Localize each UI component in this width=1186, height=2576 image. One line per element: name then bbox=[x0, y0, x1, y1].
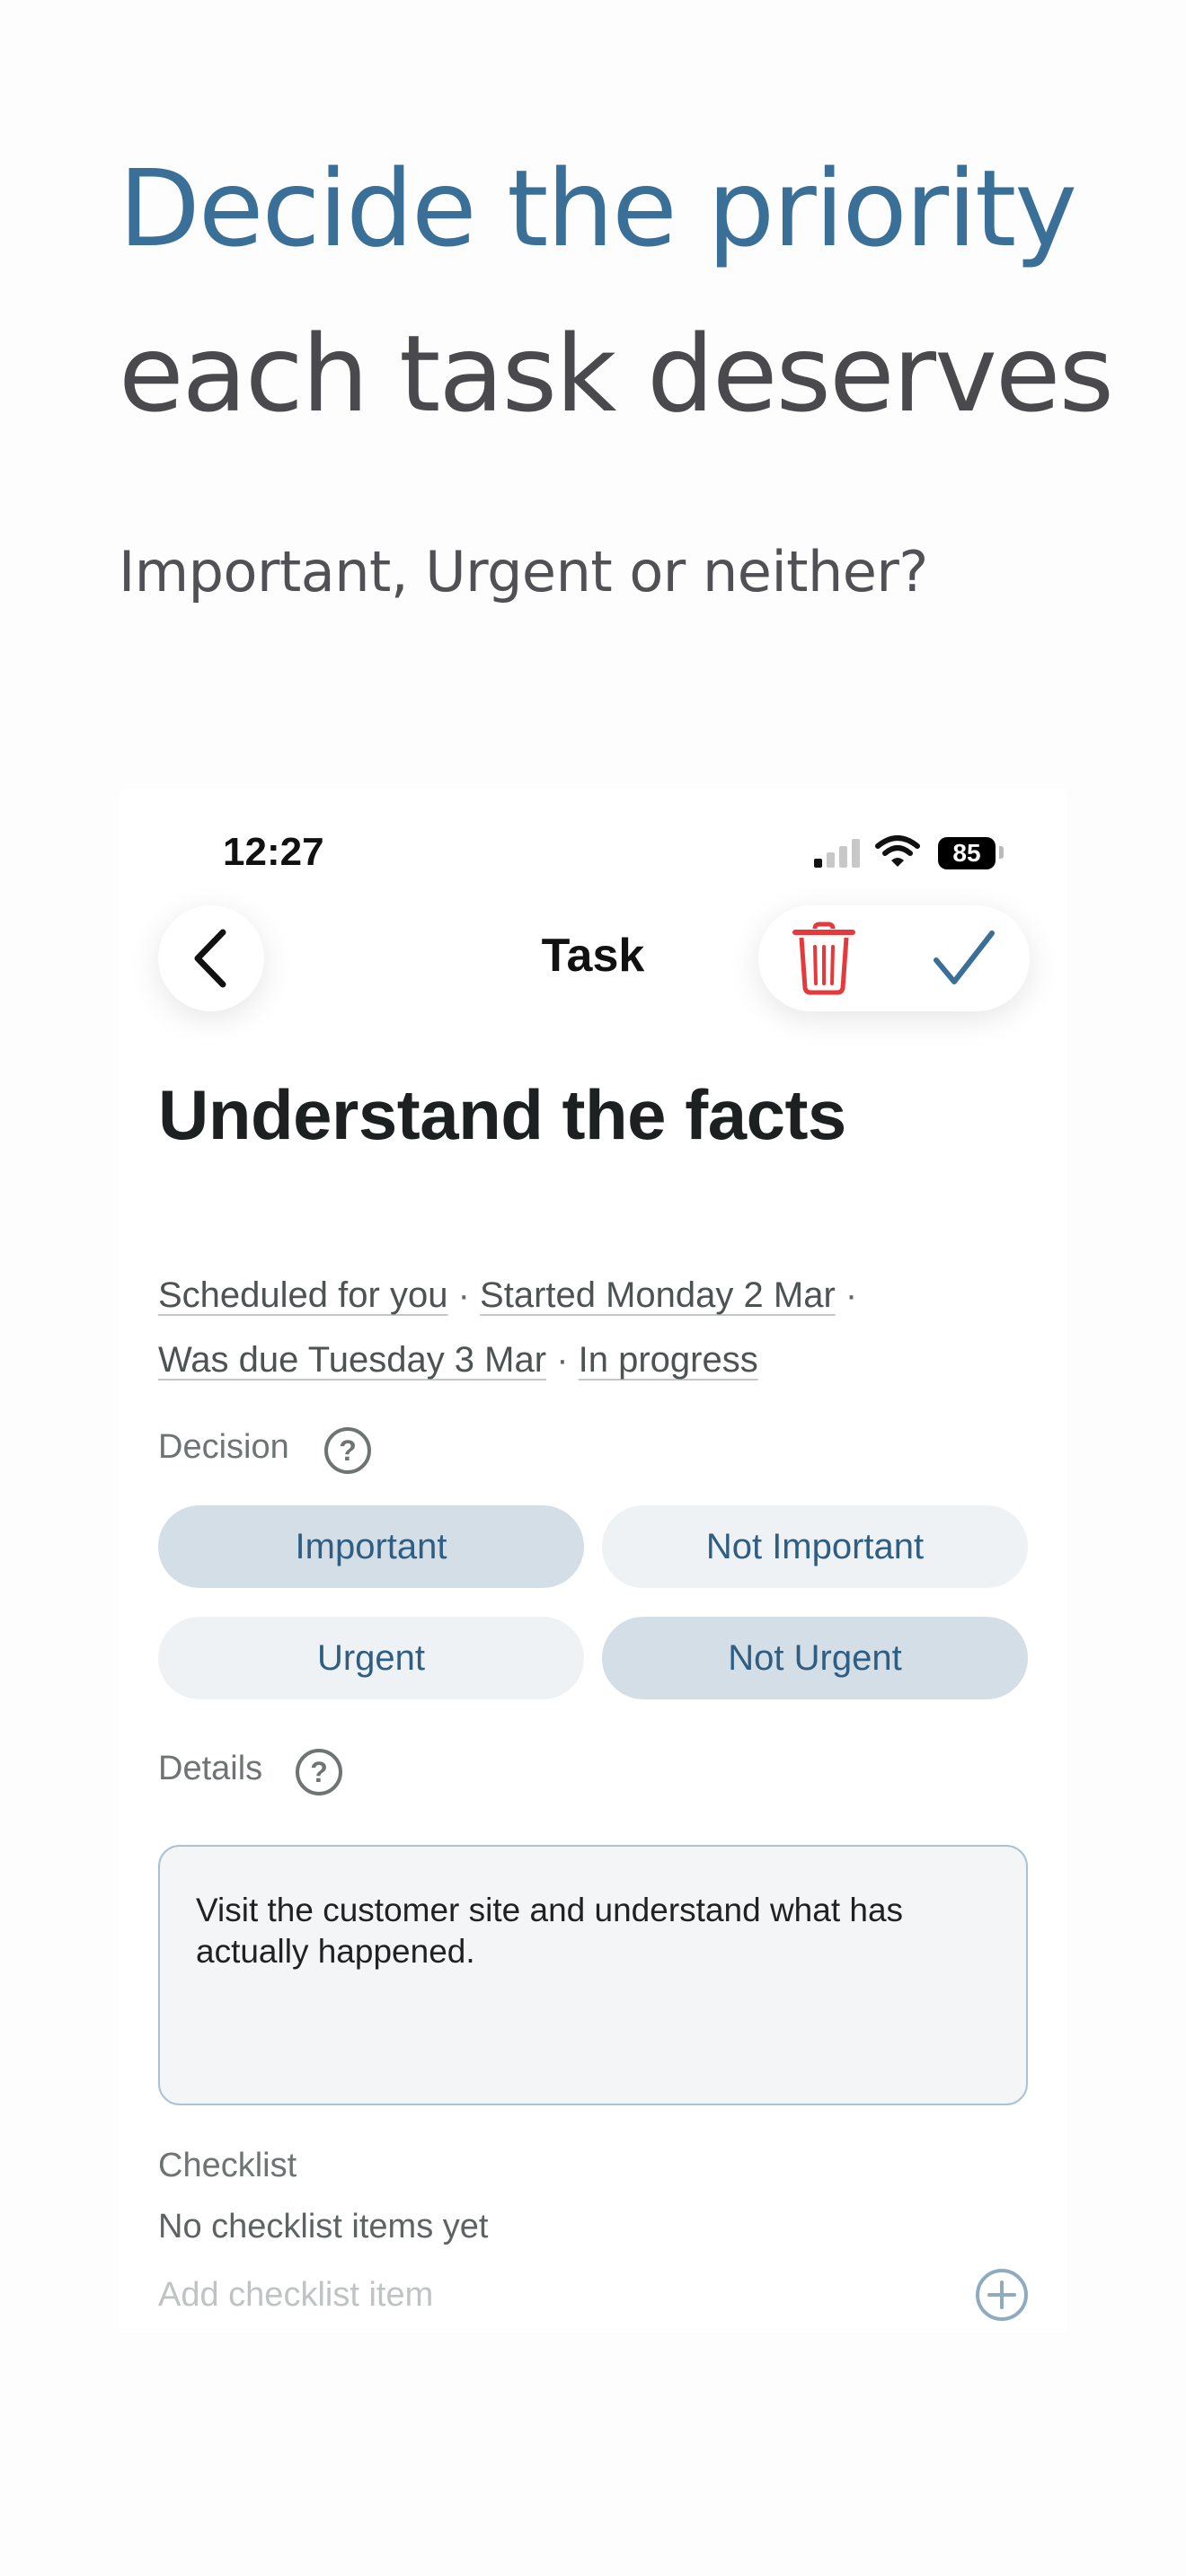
hero-subtitle: Important, Urgent or neither? bbox=[119, 539, 928, 604]
hero-title-line-1: Decide the priority bbox=[119, 146, 1077, 270]
due-date-link[interactable]: Was due Tuesday 3 Mar bbox=[158, 1340, 546, 1380]
details-textarea[interactable]: Visit the customer site and understand w… bbox=[158, 1845, 1028, 2105]
important-toggle[interactable]: Important bbox=[158, 1505, 584, 1588]
cellular-signal-icon bbox=[814, 839, 860, 868]
nav-actions bbox=[758, 905, 1030, 1011]
started-date-link[interactable]: Started Monday 2 Mar bbox=[480, 1275, 836, 1315]
meta-separator: · bbox=[457, 1275, 470, 1315]
not-important-toggle[interactable]: Not Important bbox=[602, 1505, 1028, 1588]
save-button[interactable] bbox=[924, 918, 1005, 999]
svg-text:?: ? bbox=[310, 1756, 328, 1788]
battery-cap bbox=[999, 846, 1004, 859]
wifi-icon bbox=[875, 835, 920, 867]
checklist-empty-message: No checklist items yet bbox=[158, 2208, 489, 2245]
battery-indicator: 85 bbox=[938, 837, 996, 869]
add-checklist-item-input[interactable]: Add checklist item bbox=[158, 2276, 433, 2315]
scheduled-link[interactable]: Scheduled for you bbox=[158, 1275, 447, 1315]
hero-title-line-2: each task deserves bbox=[119, 312, 1114, 436]
urgent-toggle[interactable]: Urgent bbox=[158, 1617, 584, 1699]
add-checklist-item-icon[interactable] bbox=[974, 2267, 1030, 2323]
status-bar: 12:27 85 bbox=[119, 789, 1067, 878]
task-title: Understand the facts bbox=[158, 1075, 846, 1154]
trash-icon bbox=[792, 922, 855, 995]
meta-separator: · bbox=[556, 1340, 569, 1380]
decision-label: Decision bbox=[158, 1428, 289, 1466]
svg-text:?: ? bbox=[339, 1434, 357, 1467]
meta-separator: · bbox=[845, 1275, 858, 1315]
not-urgent-toggle[interactable]: Not Urgent bbox=[602, 1617, 1028, 1699]
status-time: 12:27 bbox=[223, 830, 324, 874]
phone-screen: 12:27 85 Task Understand the facts Sched… bbox=[119, 789, 1067, 2333]
details-help-icon[interactable]: ? bbox=[295, 1748, 343, 1796]
delete-button[interactable] bbox=[783, 918, 864, 999]
checklist-label: Checklist bbox=[158, 2147, 297, 2184]
details-label: Details bbox=[158, 1750, 263, 1787]
decision-help-icon[interactable]: ? bbox=[323, 1426, 372, 1475]
checkmark-icon bbox=[934, 931, 995, 984]
status-link[interactable]: In progress bbox=[579, 1340, 758, 1380]
task-meta: Scheduled for you · Started Monday 2 Mar… bbox=[158, 1263, 1021, 1392]
hero-title: Decide the priority each task deserves bbox=[119, 126, 1114, 456]
